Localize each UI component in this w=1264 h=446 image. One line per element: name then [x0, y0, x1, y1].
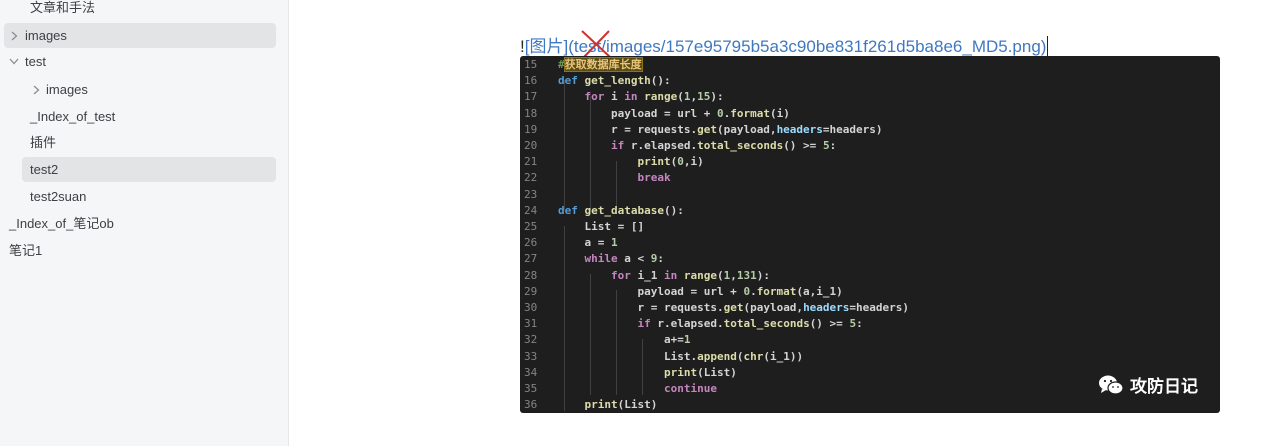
tree-item-label: test2 [30, 162, 59, 177]
tree-item-label: 插件 [30, 135, 57, 150]
tree-item-label: images [46, 82, 88, 97]
watermark-text: 攻防日记 [1130, 377, 1198, 397]
code-screenshot-image: 15 #获取数据库长度 16 def get_length(): 17 for i … [520, 56, 1220, 413]
chevron-right-icon[interactable] [8, 23, 20, 51]
image-link-url[interactable]: (test/images/157e95795b5a3c90be831f261d5… [568, 37, 1046, 56]
tree-item-label: images [25, 28, 67, 43]
code-block: 15 #获取数据库长度 16 def get_length(): 17 for i … [524, 57, 910, 412]
tree-item-label: 文章和手法 [30, 0, 96, 15]
tree-item-label: test2suan [30, 189, 87, 204]
chevron-down-icon[interactable] [8, 49, 20, 75]
tree-item-label: _Index_of_test [30, 109, 116, 124]
tree-item-label: 笔记1 [9, 243, 43, 258]
tree-folder-test[interactable]: test [4, 49, 276, 74]
editor-pane[interactable]: ![图片](test/images/157e95795b5a3c90be831f… [289, 0, 1264, 446]
watermark: 攻防日记 [1098, 372, 1198, 397]
tree-item-file[interactable]: 插件 [30, 130, 56, 155]
tree-item-file[interactable]: test2suan [30, 184, 86, 209]
tree-item-file[interactable]: 文章和手法 [30, 0, 95, 20]
tree-item-file-selected[interactable]: test2 [22, 157, 276, 182]
wechat-icon [1099, 375, 1124, 395]
tree-item-file[interactable]: 笔记1 [9, 238, 42, 263]
image-link-text[interactable]: [图片] [525, 37, 568, 56]
tree-item-label: _Index_of_笔记ob [9, 216, 114, 231]
tree-item-file[interactable]: _Index_of_test [30, 104, 115, 129]
tree-item-label: test [25, 54, 46, 69]
markdown-image-link[interactable]: ![图片](test/images/157e95795b5a3c90be831f… [520, 30, 1049, 58]
file-tree-sidebar: 文章和手法 images test images _Index_of_test … [0, 0, 289, 446]
text-cursor [1047, 36, 1049, 56]
tree-item-file[interactable]: _Index_of_笔记ob [9, 211, 114, 236]
chevron-right-icon[interactable] [30, 77, 42, 105]
tree-folder-images[interactable]: images [4, 23, 276, 48]
tree-folder-images-sub[interactable]: images [22, 77, 276, 102]
